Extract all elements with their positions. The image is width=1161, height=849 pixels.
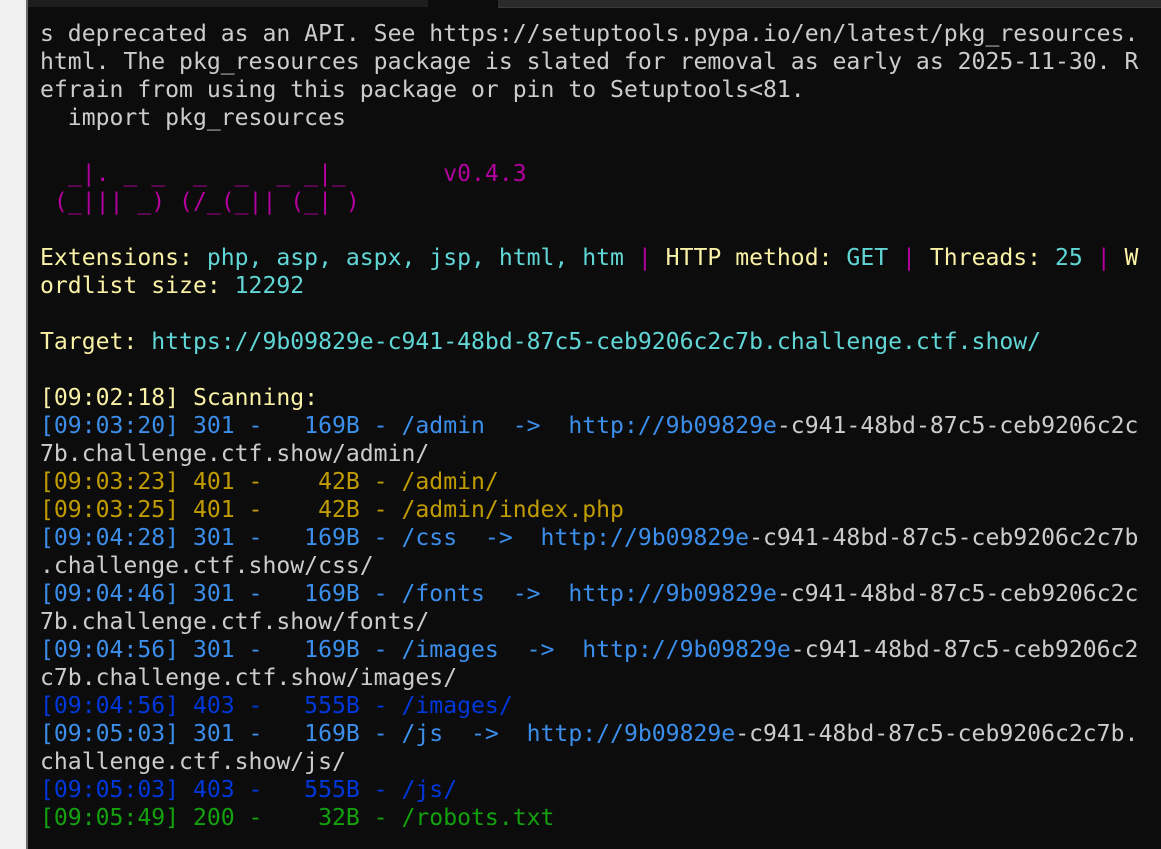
result-status: [09:05:03] 301 - 169B - /js -> http://9b…	[40, 721, 736, 747]
separator: |	[888, 245, 930, 271]
wordlist-label: W	[1124, 245, 1139, 271]
window-border	[26, 0, 28, 849]
scan-start-line: [09:02:18] Scanning:	[40, 385, 319, 411]
config-line: Extensions: php, asp, aspx, jsp, html, h…	[40, 244, 1150, 272]
redirect-url[interactable]: -c941-48bd-87c5-ceb9206c2c7b.	[735, 721, 1138, 747]
scan-result-line: [09:03:20] 301 - 169B - /admin -> http:/…	[40, 412, 1150, 440]
banner-art: _|. _ _ _ _ _ _|_	[40, 161, 346, 187]
redirect-url[interactable]: -c941-48bd-87c5-ceb9206c2c7b	[749, 525, 1138, 551]
terminal-tab-strip[interactable]	[28, 0, 1161, 11]
redirect-url-wrap[interactable]: .challenge.ctf.show/css/	[40, 552, 1150, 580]
result-status: [09:03:20] 301 - 169B - /admin -> http:/…	[40, 413, 777, 439]
scan-result-line: [09:05:03] 301 - 169B - /js -> http://9b…	[40, 720, 1150, 748]
target-label: Target:	[40, 329, 152, 355]
redirect-url-wrap[interactable]: 7b.challenge.ctf.show/fonts/	[40, 608, 1150, 636]
method-value: GET	[846, 245, 889, 271]
scan-results: [09:03:20] 301 - 169B - /admin -> http:/…	[40, 412, 1150, 832]
scan-result-line: [09:05:03] 403 - 555B - /js/	[40, 777, 458, 803]
wordlist-value: 12292	[234, 273, 305, 299]
banner-art: (_||| _) (/_(_|| (_| )	[40, 189, 360, 215]
config-line: ordlist size: 12292	[40, 272, 1150, 300]
scan-result-line: [09:04:46] 301 - 169B - /fonts -> http:/…	[40, 580, 1150, 608]
method-label: HTTP method:	[665, 245, 847, 271]
separator: |	[623, 245, 666, 271]
extensions-label: Extensions:	[40, 245, 207, 271]
desktop-background-strip	[0, 0, 26, 849]
threads-label: Threads:	[929, 245, 1055, 271]
scan-result-line: [09:04:56] 403 - 555B - /images/	[40, 693, 513, 719]
redirect-url[interactable]: -c941-48bd-87c5-ceb9206c2c	[777, 581, 1139, 607]
banner-line: _|. _ _ _ _ _ _|_ v0.4.3	[40, 160, 1150, 188]
separator: |	[1082, 245, 1125, 271]
warning-line: efrain from using this package or pin to…	[40, 77, 805, 103]
terminal-output[interactable]: s deprecated as an API. See https://setu…	[40, 20, 1150, 832]
extensions-value: php, asp, aspx, jsp, html, htm	[206, 245, 624, 271]
redirect-url[interactable]: -c941-48bd-87c5-ceb9206c2	[791, 637, 1139, 663]
terminal-tab[interactable]	[28, 0, 428, 7]
result-status: [09:04:46] 301 - 169B - /fonts -> http:/…	[40, 581, 777, 607]
redirect-url-wrap[interactable]: challenge.ctf.show/js/	[40, 748, 1150, 776]
wordlist-label: ordlist size:	[40, 273, 235, 299]
target-line: Target: https://9b09829e-c941-48bd-87c5-…	[40, 328, 1150, 356]
redirect-url-wrap[interactable]: 7b.challenge.ctf.show/admin/	[40, 440, 1150, 468]
threads-value: 25	[1055, 245, 1083, 271]
target-url[interactable]: https://9b09829e-c941-48bd-87c5-ceb9206c…	[151, 329, 1041, 355]
redirect-url[interactable]: -c941-48bd-87c5-ceb9206c2c	[777, 413, 1139, 439]
scan-result-line: [09:04:56] 301 - 169B - /images -> http:…	[40, 636, 1150, 664]
tab-bar-empty-area[interactable]	[498, 0, 1161, 8]
scan-result-line: [09:03:25] 401 - 42B - /admin/index.php	[40, 497, 624, 523]
import-line: import pkg_resources	[40, 105, 346, 131]
warning-line: html. The pkg_resources package is slate…	[40, 49, 1139, 75]
scan-result-line: [09:04:28] 301 - 169B - /css -> http://9…	[40, 524, 1150, 552]
redirect-url-wrap[interactable]: c7b.challenge.ctf.show/images/	[40, 664, 1150, 692]
version-label: v0.4.3	[443, 161, 527, 187]
result-status: [09:04:56] 301 - 169B - /images -> http:…	[40, 637, 791, 663]
scan-result-line: [09:05:49] 200 - 32B - /robots.txt	[40, 805, 555, 831]
warning-line: s deprecated as an API. See https://setu…	[40, 21, 1139, 47]
result-status: [09:04:28] 301 - 169B - /css -> http://9…	[40, 525, 750, 551]
scan-result-line: [09:03:23] 401 - 42B - /admin/	[40, 469, 499, 495]
